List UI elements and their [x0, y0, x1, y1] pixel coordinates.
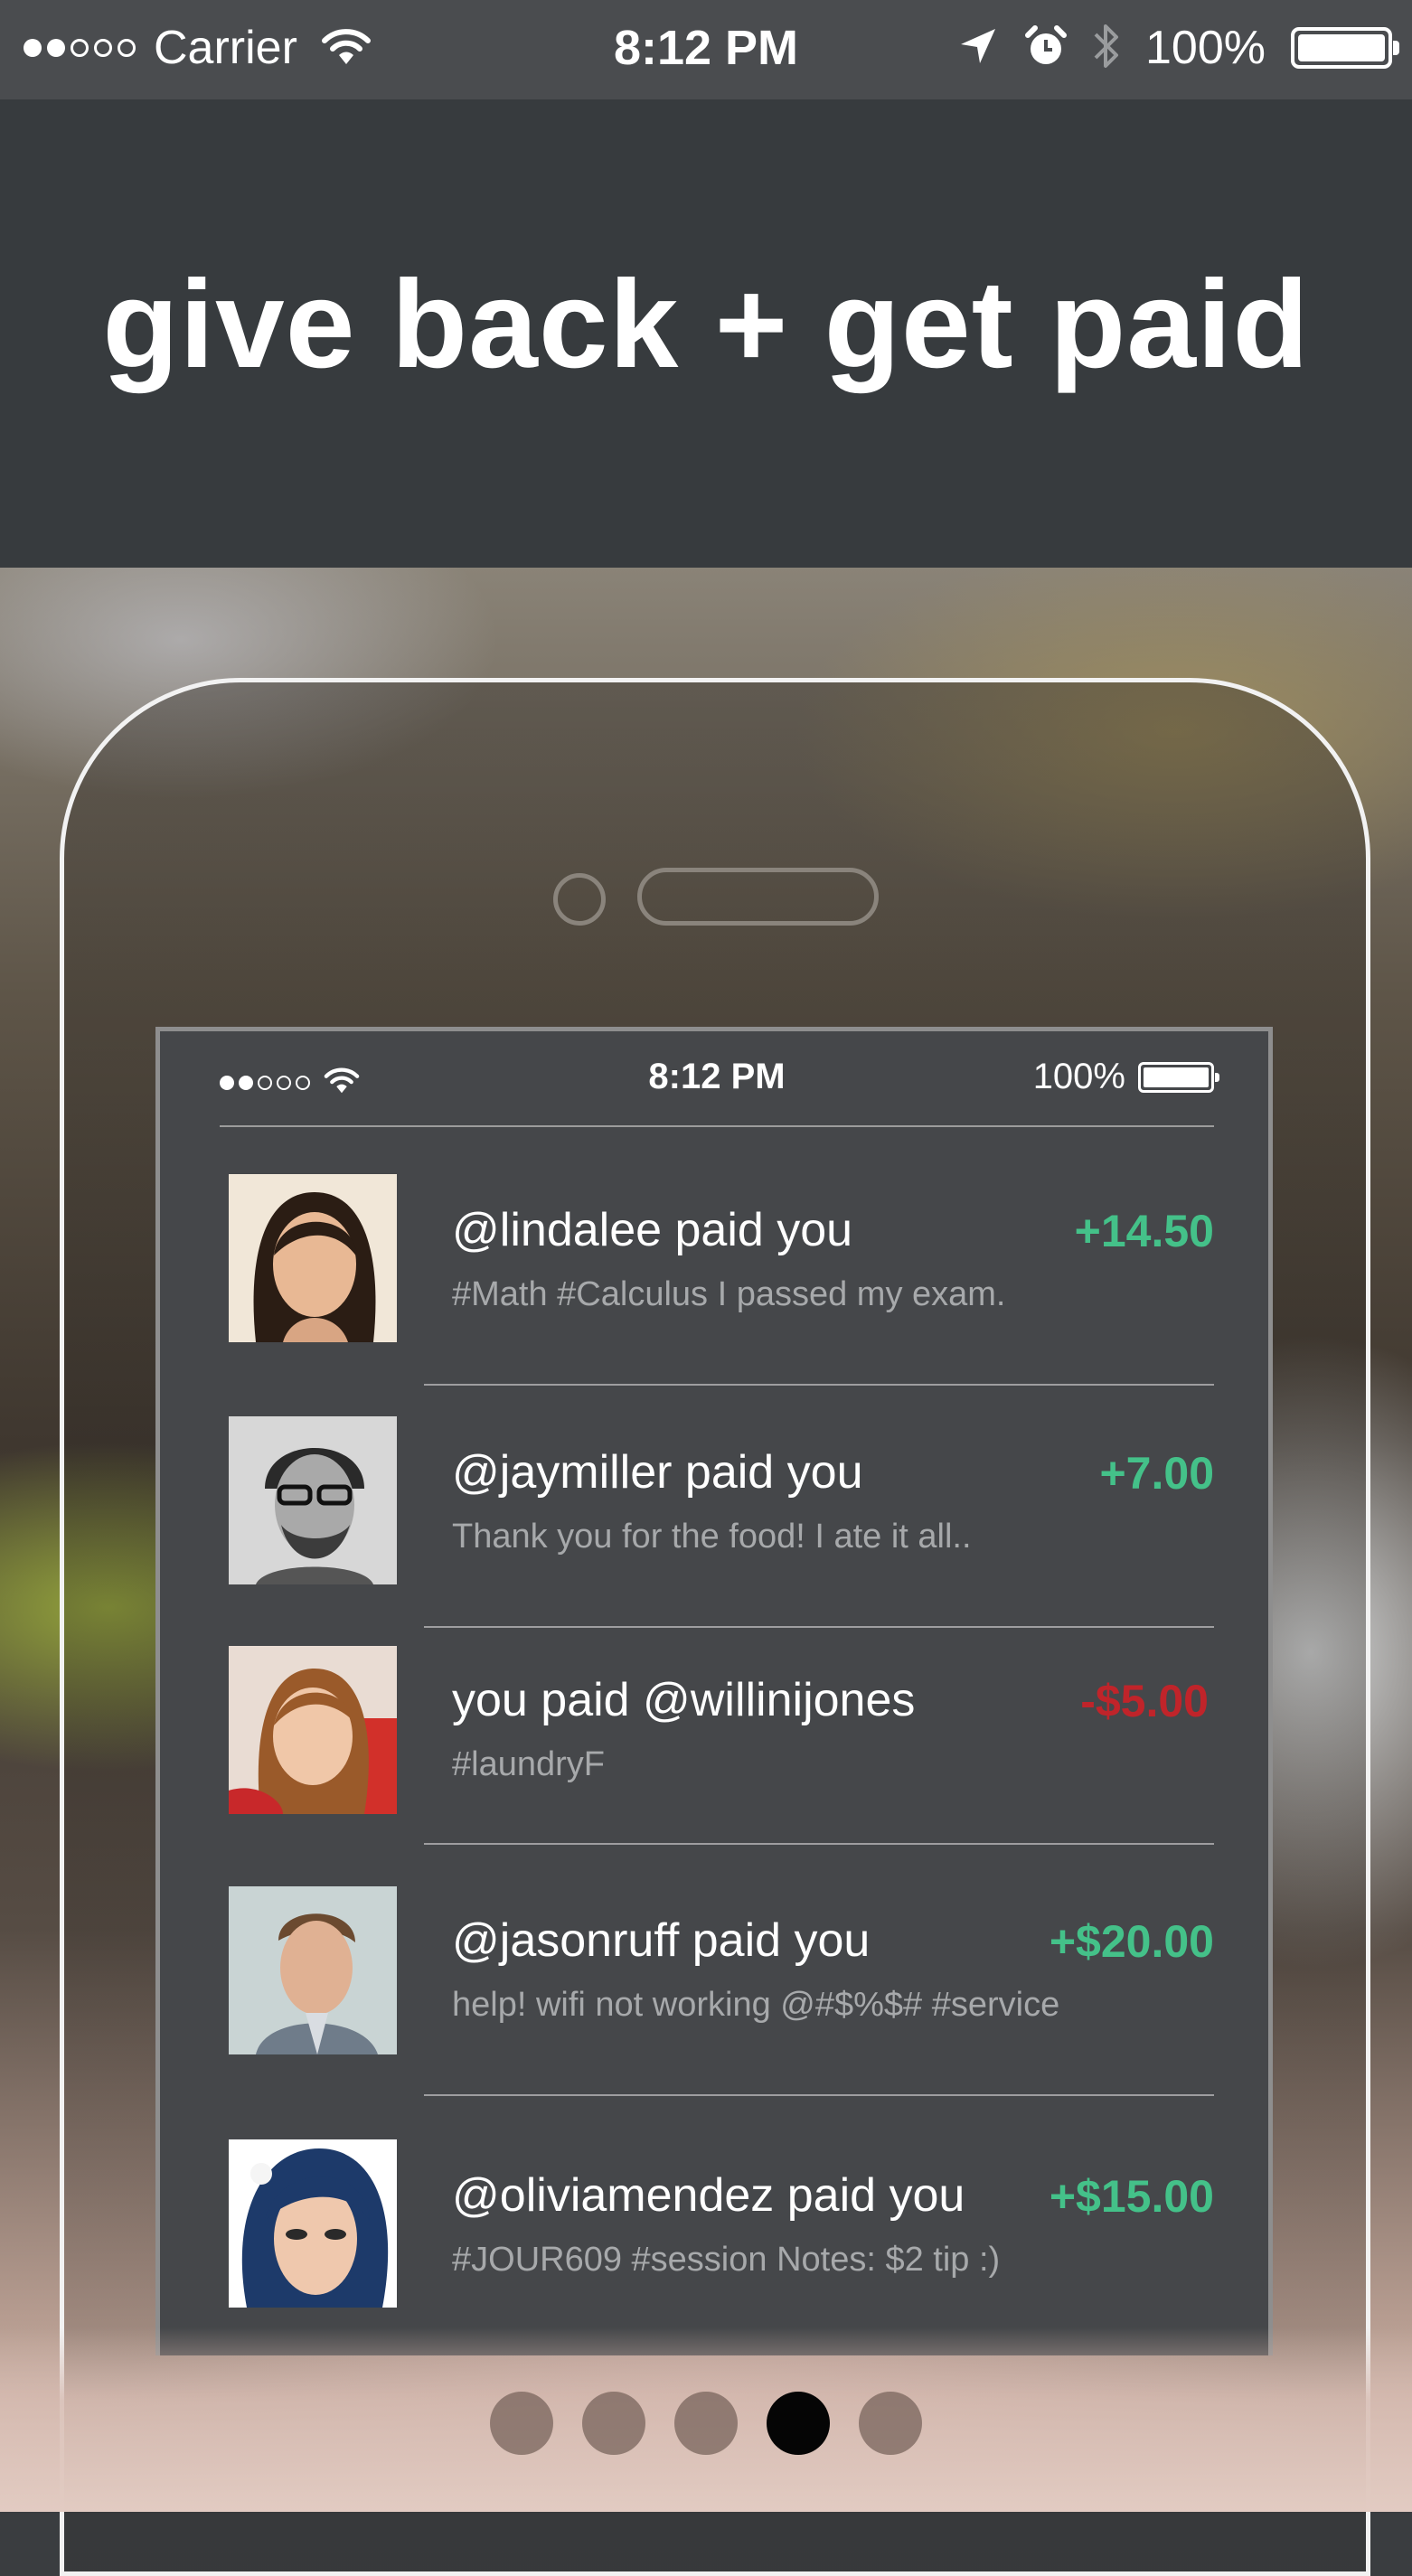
page-indicator[interactable] — [0, 2392, 1412, 2455]
page-dot[interactable] — [490, 2392, 553, 2455]
battery-icon — [1291, 27, 1399, 69]
avatar — [229, 1416, 397, 1584]
phone-camera-icon — [553, 873, 606, 926]
feed-amount: +$15.00 — [1049, 2171, 1214, 2222]
inner-battery-group: 100% — [1032, 1057, 1219, 1097]
status-right-group: 100% — [932, 16, 1399, 80]
page-dot-active[interactable] — [767, 2392, 830, 2455]
feed-title: @lindalee paid you — [452, 1204, 853, 1256]
feed-note: #JOUR609 #session Notes: $2 tip :) — [452, 2241, 1001, 2279]
inner-status-bar: 8:12 PM 100% — [220, 1031, 1219, 1127]
feed-divider — [424, 1626, 1214, 1628]
phone-screen: 8:12 PM 100% @lindalee paid you #Math #C… — [155, 1027, 1273, 2355]
feed-note: help! wifi not working @#$%$# #service — [452, 1986, 1060, 2024]
feed-divider — [424, 1843, 1214, 1845]
alarm-clock-icon — [1024, 24, 1068, 72]
status-bar: Carrier 8:12 PM 100% — [0, 0, 1412, 99]
page-dot[interactable] — [859, 2392, 922, 2455]
location-arrow-icon — [957, 25, 999, 71]
headline: give back + get paid — [102, 254, 1310, 394]
avatar — [229, 2139, 397, 2308]
feed-note: #Math #Calculus I passed my exam. — [452, 1275, 1006, 1313]
avatar — [229, 1886, 397, 2054]
inner-battery-percent: 100% — [1032, 1057, 1125, 1096]
feed-note: Thank you for the food! I ate it all.. — [452, 1518, 972, 1556]
feed-title: you paid @willinijones — [452, 1674, 916, 1726]
page-dot[interactable] — [582, 2392, 645, 2455]
feed-amount: +14.50 — [1074, 1206, 1214, 1256]
feed-title: @oliviamendez paid you — [452, 2169, 965, 2222]
feed-note: #laundryF — [452, 1745, 605, 1783]
avatar — [229, 1174, 397, 1342]
feed-divider — [424, 2094, 1214, 2096]
feed-title: @jaymiller paid you — [452, 1446, 863, 1499]
feed-title: @jasonruff paid you — [452, 1914, 871, 1967]
feed-amount: +7.00 — [1099, 1448, 1214, 1499]
page-dot[interactable] — [674, 2392, 738, 2455]
hero-header: give back + get paid — [0, 99, 1412, 568]
inner-battery-icon — [1138, 1061, 1219, 1093]
feed-amount: -$5.00 — [1080, 1676, 1209, 1726]
battery-percent: 100% — [1145, 22, 1266, 74]
phone-speaker-icon — [637, 868, 879, 926]
feed-divider — [424, 1384, 1214, 1386]
avatar — [229, 1646, 397, 1814]
bluetooth-icon — [1093, 21, 1120, 76]
feed-amount: +$20.00 — [1049, 1916, 1214, 1967]
